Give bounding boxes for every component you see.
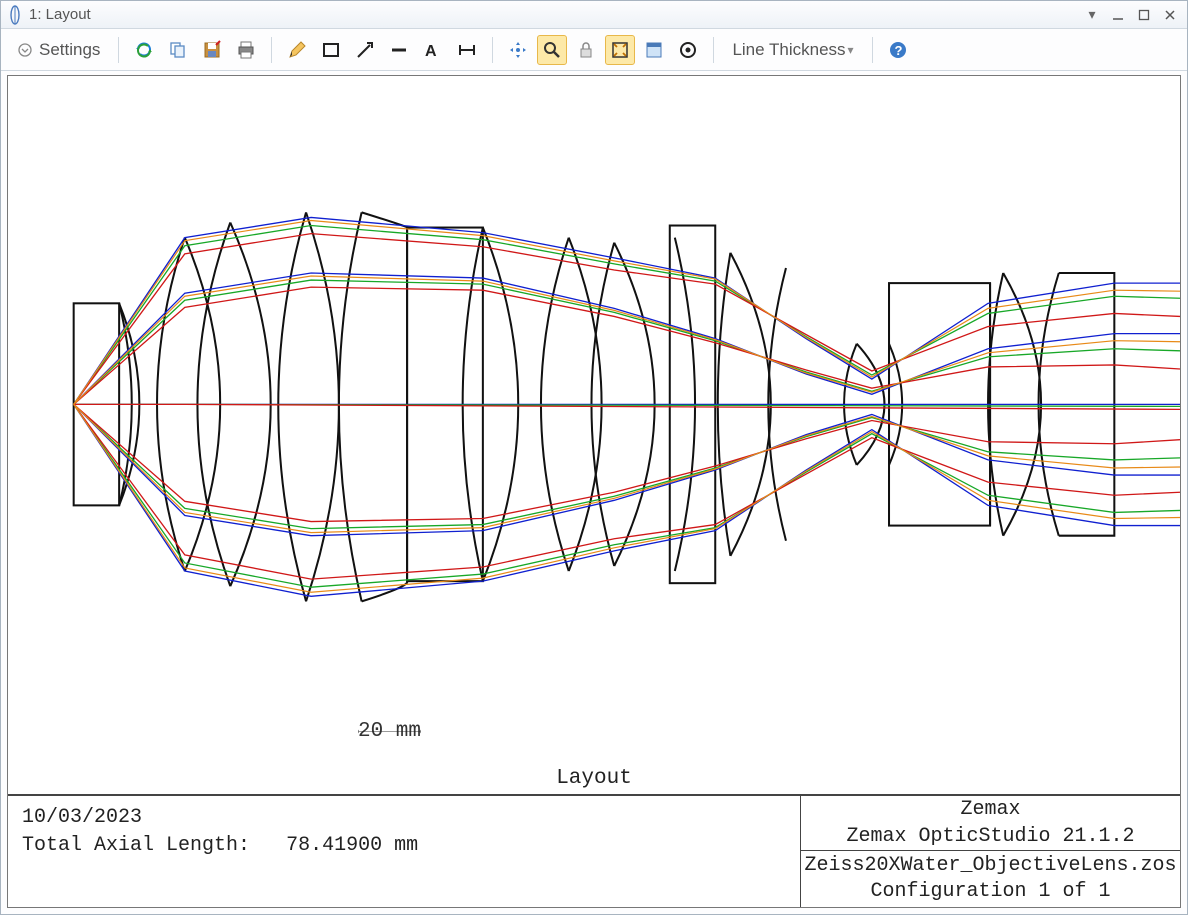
vendor-name: Zemax: [960, 796, 1020, 823]
arrow-tool[interactable]: [350, 35, 380, 65]
zoom-tool[interactable]: [537, 35, 567, 65]
app-icon: [7, 5, 23, 25]
separator: [271, 37, 272, 63]
window-title: 1: Layout: [29, 6, 91, 23]
footer-date: 10/03/2023: [22, 806, 142, 829]
layout-plot[interactable]: 20 mm: [8, 76, 1180, 763]
toolbar: Settings A: [1, 29, 1187, 71]
maximize-button[interactable]: [1133, 5, 1155, 25]
separator: [492, 37, 493, 63]
separator: [118, 37, 119, 63]
footer-left: 10/03/2023 Total Axial Length: 78.41900 …: [8, 796, 800, 907]
config-text: Configuration 1 of 1: [870, 879, 1110, 905]
footer-right: Zemax Zemax OpticStudio 21.1.2 Zeiss20XW…: [800, 796, 1180, 907]
footer: 10/03/2023 Total Axial Length: 78.41900 …: [8, 795, 1180, 907]
rectangle-tool[interactable]: [316, 35, 346, 65]
line-thickness-label: Line Thickness: [732, 40, 845, 60]
separator: [872, 37, 873, 63]
svg-text:A: A: [425, 43, 437, 60]
plot-frame: 20 mm Layout 10/03/2023 Total Axial Leng…: [7, 75, 1181, 908]
copy-button[interactable]: [163, 35, 193, 65]
settings-button[interactable]: Settings: [9, 35, 108, 65]
close-button[interactable]: [1159, 5, 1181, 25]
line-thickness-dropdown[interactable]: Line Thickness ▾: [724, 35, 861, 65]
chevron-down-icon: ▾: [848, 43, 854, 57]
titlebar: 1: Layout ▾: [1, 1, 1187, 29]
pan-tool[interactable]: [503, 35, 533, 65]
dimension-tool[interactable]: [452, 35, 482, 65]
footer-vendor-box: Zemax Zemax OpticStudio 21.1.2: [801, 796, 1180, 850]
lock-tool[interactable]: [571, 35, 601, 65]
canvas-area: 20 mm Layout 10/03/2023 Total Axial Leng…: [1, 71, 1187, 914]
separator: [713, 37, 714, 63]
refresh-button[interactable]: [129, 35, 159, 65]
settings-label: Settings: [39, 40, 100, 60]
svg-text:?: ?: [894, 43, 902, 58]
scale-bar: 20 mm: [358, 720, 421, 743]
optical-layout-svg: [8, 76, 1180, 763]
product-name: Zemax OpticStudio 21.1.2: [846, 823, 1134, 850]
save-button[interactable]: [197, 35, 227, 65]
dropdown-button[interactable]: ▾: [1081, 5, 1103, 25]
axial-length-label: Total Axial Length:: [22, 834, 250, 857]
minimize-button[interactable]: [1107, 5, 1129, 25]
help-button[interactable]: ?: [883, 35, 913, 65]
text-tool[interactable]: A: [418, 35, 448, 65]
line-tool[interactable]: [384, 35, 414, 65]
footer-file-box: Zeiss20XWater_ObjectiveLens.zos Configur…: [801, 850, 1180, 907]
file-name: Zeiss20XWater_ObjectiveLens.zos: [804, 853, 1176, 879]
footer-title: Layout: [8, 763, 1180, 795]
window-root: 1: Layout ▾ Settings: [0, 0, 1188, 915]
pencil-tool[interactable]: [282, 35, 312, 65]
window-tool[interactable]: [639, 35, 669, 65]
print-button[interactable]: [231, 35, 261, 65]
fit-tool[interactable]: [605, 35, 635, 65]
target-tool[interactable]: [673, 35, 703, 65]
axial-length-value: 78.41900 mm: [286, 834, 418, 857]
